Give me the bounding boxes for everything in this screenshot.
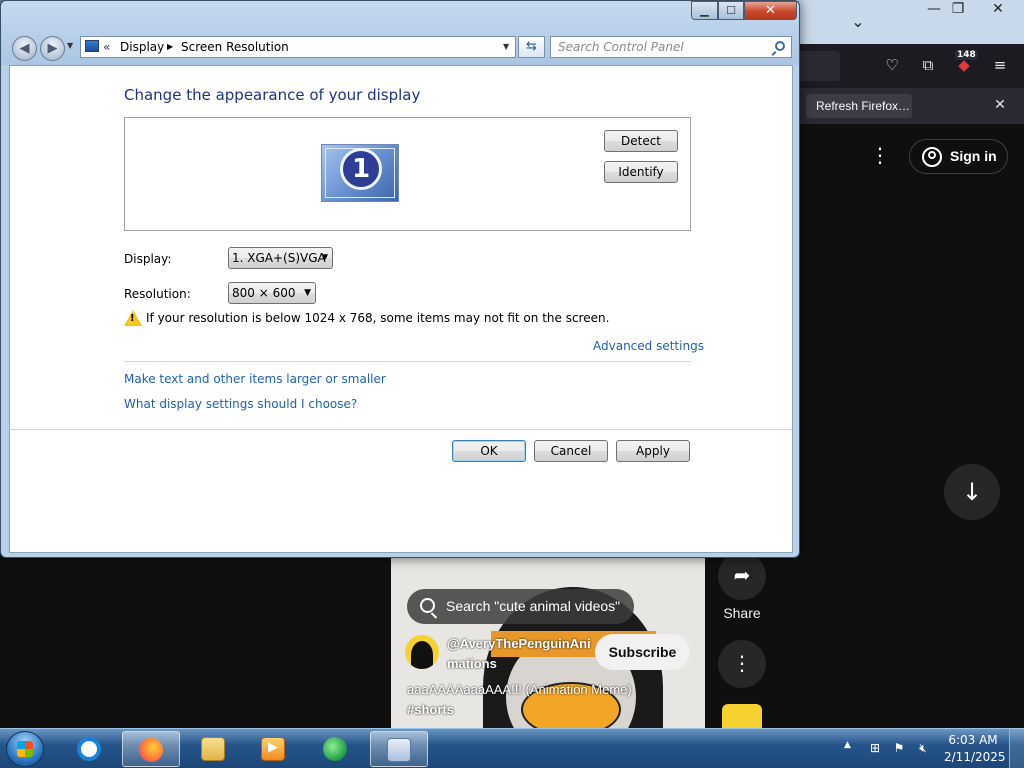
taskbar: ▲ ⊞ ⚑ 🔇︎ 6:03 AM 2/11/2025 xyxy=(0,728,1024,768)
monitor-number-badge: 1 xyxy=(340,148,382,190)
search-icon[interactable] xyxy=(775,41,785,51)
clock-time[interactable]: 6:03 AM xyxy=(944,733,1002,747)
firefox-close-button[interactable]: ✕ xyxy=(982,0,1014,20)
address-bar[interactable]: « Display ▶ Screen Resolution ▼ xyxy=(80,36,516,58)
search-suggestion-pill[interactable]: Search "cute animal videos" xyxy=(407,589,634,624)
taskbar-windows-media-player[interactable] xyxy=(245,731,303,767)
subscribe-button[interactable]: Subscribe xyxy=(595,634,690,670)
breadcrumb-screen-resolution[interactable]: Screen Resolution xyxy=(181,37,289,57)
maximize-button[interactable]: ☐ xyxy=(718,1,744,20)
close-button[interactable]: ✕ xyxy=(744,1,797,20)
display-settings-help-link[interactable]: What display settings should I choose? xyxy=(124,397,357,411)
search-control-panel-input[interactable]: Search Control Panel xyxy=(550,36,792,58)
account-icon xyxy=(922,147,942,167)
chevron-down-icon: ▼ xyxy=(321,253,328,263)
search-placeholder: Search Control Panel xyxy=(558,40,684,54)
video-title: aaaAAAAaaaAAA!!! (Animation Meme) #short… xyxy=(407,680,697,720)
media-player-icon xyxy=(261,737,285,761)
start-button[interactable] xyxy=(6,731,44,767)
display-dropdown[interactable]: 1. XGA+(S)VGA ▼ xyxy=(228,247,333,269)
text-size-link[interactable]: Make text and other items larger or smal… xyxy=(124,372,386,386)
page-title: Change the appearance of your display xyxy=(124,86,421,104)
breadcrumb-display[interactable]: Display xyxy=(120,37,164,57)
action-center-flag-icon[interactable]: ⚑ xyxy=(891,740,907,756)
warning-icon: ! xyxy=(124,310,142,326)
share-label: Share xyxy=(723,605,761,621)
warning-text: If your resolution is below 1024 x 768, … xyxy=(146,311,610,325)
extensions-icon[interactable]: ⧉ xyxy=(916,54,940,76)
taskbar-windows-media-center[interactable] xyxy=(307,731,365,767)
forward-arrow-icon[interactable]: ▶ xyxy=(40,36,65,61)
clock-date[interactable]: 2/11/2025 xyxy=(944,750,1006,764)
recent-pages-chevron-icon[interactable]: ▼ xyxy=(67,41,73,50)
dialog-content: Change the appearance of your display 1 … xyxy=(9,65,793,553)
refresh-firefox-button[interactable]: Refresh Firefox… xyxy=(806,94,912,118)
sound-source-avatar[interactable] xyxy=(722,704,762,728)
minimize-button[interactable]: ▁ xyxy=(691,1,718,20)
cancel-button[interactable]: Cancel xyxy=(534,440,608,462)
notification-close-icon[interactable]: ✕ xyxy=(990,95,1010,115)
control-panel-icon xyxy=(85,40,99,52)
detect-button[interactable]: Detect xyxy=(604,130,678,152)
channel-name-link[interactable]: @AveryThePenguinAnimations xyxy=(447,634,597,674)
sign-in-label: Sign in xyxy=(950,148,997,164)
internet-explorer-icon xyxy=(77,737,101,761)
refresh-icon[interactable]: ⇆ xyxy=(518,36,545,58)
breadcrumb-separator-icon[interactable]: ▶ xyxy=(167,37,173,57)
divider xyxy=(124,361,691,362)
monitor-1[interactable]: 1 xyxy=(321,144,399,202)
advanced-settings-link[interactable]: Advanced settings xyxy=(593,339,704,353)
ok-button[interactable]: OK xyxy=(452,440,526,462)
network-icon[interactable]: ⊞ xyxy=(867,740,883,756)
taskbar-windows-explorer[interactable] xyxy=(185,731,243,767)
media-center-icon xyxy=(323,737,347,761)
taskbar-control-panel[interactable] xyxy=(370,731,428,767)
more-actions-icon[interactable]: ⋮ xyxy=(718,640,766,688)
share-icon[interactable]: ➦ xyxy=(718,552,766,600)
firefox-icon xyxy=(139,738,163,762)
taskbar-firefox[interactable] xyxy=(122,731,180,767)
channel-avatar[interactable] xyxy=(405,635,439,669)
breadcrumb-overflow-icon[interactable]: « xyxy=(103,37,110,57)
taskbar-internet-explorer[interactable] xyxy=(61,731,119,767)
hashtag-link[interactable]: #shorts xyxy=(407,700,697,720)
firefox-url-bar[interactable] xyxy=(800,51,840,81)
resolution-dropdown-value: 800 × 600 xyxy=(232,286,296,300)
search-icon xyxy=(420,598,435,613)
show-desktop-button[interactable] xyxy=(1009,729,1024,768)
volume-muted-icon[interactable]: 🔇︎ xyxy=(915,740,931,756)
resolution-dropdown[interactable]: 800 × 600 ▼ xyxy=(228,282,316,304)
apply-button[interactable]: Apply xyxy=(616,440,690,462)
screen-resolution-window: ▁ ☐ ✕ ◀ ▶ ▼ « Display ▶ Screen Resolutio… xyxy=(0,0,800,558)
search-suggestion-text: Search "cute animal videos" xyxy=(446,598,621,614)
pocket-icon[interactable]: ♡ xyxy=(880,54,904,76)
youtube-settings-kebab-icon[interactable]: ⋮ xyxy=(868,144,892,168)
folder-icon xyxy=(201,737,225,761)
list-all-tabs-icon[interactable]: ⌄ xyxy=(848,12,868,32)
next-short-arrow-down-icon[interactable]: ↓ xyxy=(944,464,1000,520)
display-label: Display: xyxy=(124,252,172,266)
chevron-down-icon: ▼ xyxy=(304,288,311,298)
hamburger-menu-icon[interactable]: ≡ xyxy=(988,54,1012,76)
monitor-arrangement-area: 1 Detect Identify xyxy=(124,117,691,231)
video-title-text: aaaAAAAaaaAAA!!! (Animation Meme) xyxy=(407,682,632,697)
address-dropdown-icon[interactable]: ▼ xyxy=(503,37,509,57)
display-dropdown-value: 1. XGA+(S)VGA xyxy=(232,251,326,265)
resolution-label: Resolution: xyxy=(124,287,191,301)
firefox-restore-button[interactable]: ❐ xyxy=(942,0,974,20)
ublock-badge: 148 xyxy=(955,50,978,60)
divider xyxy=(10,429,792,430)
show-hidden-icons-chevron-icon[interactable]: ▲ xyxy=(844,740,851,750)
identify-button[interactable]: Identify xyxy=(604,161,678,183)
back-arrow-icon[interactable]: ◀ xyxy=(12,36,37,61)
control-panel-icon xyxy=(387,738,411,762)
youtube-sign-in-button[interactable]: Sign in xyxy=(909,139,1008,174)
